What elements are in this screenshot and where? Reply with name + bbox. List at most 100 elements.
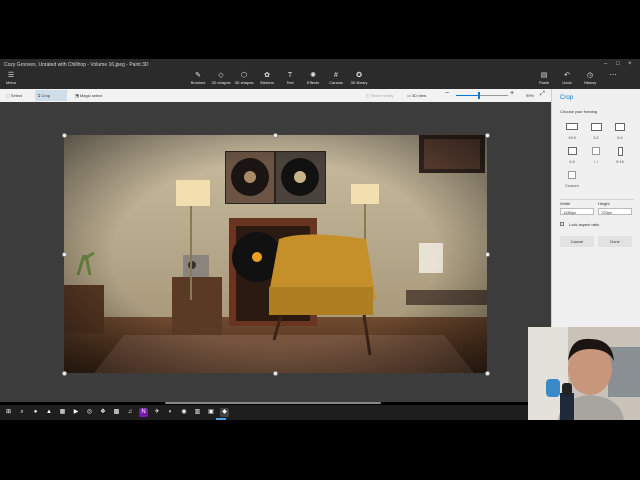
- chrome-icon[interactable]: ●: [31, 408, 40, 417]
- menu-icon: ☰: [7, 72, 15, 79]
- active-app-indicator: [216, 418, 226, 420]
- select-tool[interactable]: ⬚ Select: [3, 90, 25, 101]
- height-input[interactable]: 720px: [598, 208, 632, 215]
- minimize-button[interactable]: –: [604, 61, 607, 67]
- 2d-shapes-icon: ◇: [218, 72, 224, 79]
- brush-icon: ✎: [195, 72, 201, 79]
- more-icon: ⋯: [609, 72, 617, 79]
- frame-5-4-label: 5:4: [617, 135, 623, 140]
- frame-5-4-icon: [615, 123, 625, 131]
- ribbon-item-label: Undo: [562, 80, 572, 85]
- ribbon-more-button[interactable]: ⋯: [602, 72, 624, 88]
- ribbon-stickers-button[interactable]: ✿ Stickers: [256, 72, 278, 88]
- ribbon-undo-button[interactable]: ↶ Undo: [556, 72, 578, 88]
- ribbon-paste-button[interactable]: ▤ Paste: [533, 72, 555, 88]
- done-button[interactable]: Done: [598, 236, 632, 247]
- crop-handle-bottom[interactable]: [273, 371, 278, 376]
- frame-9-16[interactable]: 9:16: [610, 147, 630, 165]
- close-button[interactable]: ×: [628, 61, 632, 67]
- app-icon[interactable]: ▣: [206, 408, 216, 417]
- frame-5-4[interactable]: 5:4: [610, 123, 630, 141]
- 3d-view-label: 3D view: [411, 93, 427, 98]
- ribbon-3d-shapes-button[interactable]: ⬡ 3D shapes: [233, 72, 255, 88]
- magic-select-icon: ⬔: [75, 93, 79, 98]
- frame-1-1[interactable]: 1:1: [586, 147, 606, 165]
- frame-16-9[interactable]: 16:9: [562, 123, 582, 141]
- frame-3-2[interactable]: 3:2: [586, 123, 606, 141]
- file-explorer-icon[interactable]: ▦: [58, 408, 67, 417]
- 3d-view-toggle[interactable]: ▭ 3D view: [404, 90, 429, 101]
- magic-select-tool[interactable]: ⬔ Magic select: [72, 90, 105, 101]
- app-icon[interactable]: ✈: [152, 408, 162, 417]
- crop-handle-top[interactable]: [273, 133, 278, 138]
- cancel-button[interactable]: Cancel: [560, 236, 594, 247]
- app-icon[interactable]: ▩: [112, 408, 121, 417]
- room-illustration: [64, 135, 487, 373]
- ribbon: ☰ Menu ✎ Brushes ◇ 2D shapes ⬡ 3D shapes ✿ Stic…: [0, 71, 640, 89]
- frame-3-2-icon: [590, 123, 602, 131]
- magic-select-label: Magic select: [79, 93, 103, 98]
- crop-handle-top-right[interactable]: [485, 133, 490, 138]
- canvas-image[interactable]: [64, 135, 487, 373]
- ribbon-canvas-button[interactable]: # Canvas: [325, 72, 347, 88]
- ribbon-2d-shapes-button[interactable]: ◇ 2D shapes: [210, 72, 232, 88]
- fit-to-screen-icon[interactable]: ⤢: [540, 91, 545, 98]
- horizontal-scrollbar[interactable]: [165, 402, 381, 404]
- frame-4-3-icon: [567, 147, 577, 155]
- width-input[interactable]: 1280px: [560, 208, 594, 215]
- ribbon-item-label: Stickers: [259, 80, 275, 85]
- crop-handle-bottom-right[interactable]: [485, 371, 490, 376]
- frame-custom-icon: [568, 171, 576, 179]
- search-icon[interactable]: ⌕: [17, 408, 27, 417]
- frame-custom-label: Custom: [565, 183, 579, 188]
- app-icon[interactable]: ▥: [193, 408, 202, 417]
- ribbon-3d-library-button[interactable]: ✪ 3D library: [348, 72, 370, 88]
- app-icon[interactable]: ◎: [85, 408, 94, 417]
- ribbon-text-button[interactable]: T Text: [279, 72, 301, 88]
- app-icon[interactable]: ♫: [125, 408, 135, 417]
- ribbon-item-label: Text: [286, 80, 294, 85]
- youtube-icon[interactable]: ▶: [71, 408, 81, 417]
- mixed-reality-button[interactable]: ◰ Mixed reality: [363, 90, 396, 101]
- frame-16-9-label: 16:9: [568, 135, 576, 140]
- paint-3d-icon[interactable]: ◆: [220, 408, 229, 417]
- zoom-in-icon[interactable]: +: [510, 90, 514, 97]
- crop-handle-bottom-left[interactable]: [62, 371, 67, 376]
- frame-1-1-icon: [592, 147, 600, 155]
- zoom-slider[interactable]: [456, 92, 508, 99]
- crop-handle-right[interactable]: [485, 252, 490, 257]
- ribbon-effects-button[interactable]: ✺ Effects: [302, 72, 324, 88]
- ribbon-item-label: Effects: [306, 80, 320, 85]
- ribbon-item-label: 3D shapes: [234, 80, 254, 85]
- onenote-icon[interactable]: N: [139, 408, 148, 417]
- maximize-button[interactable]: □: [616, 61, 620, 67]
- crop-icon: ⌗: [38, 93, 41, 98]
- presenter-video: [528, 327, 640, 420]
- windows-start-icon[interactable]: ⊞: [4, 408, 13, 417]
- menu-button[interactable]: ☰ Menu: [0, 72, 22, 88]
- ribbon-item-label: Paste: [538, 80, 550, 85]
- crop-tool[interactable]: ⌗ Crop: [35, 90, 67, 101]
- frame-9-16-icon: [617, 147, 623, 156]
- undo-icon: ↶: [564, 72, 570, 79]
- frame-4-3[interactable]: 4:3: [562, 147, 582, 165]
- edge-icon[interactable]: ◐: [166, 408, 175, 417]
- select-label: Select: [10, 93, 23, 98]
- crop-handle-left[interactable]: [62, 252, 67, 257]
- app-icon[interactable]: ▲: [44, 408, 54, 417]
- zoom-slider-thumb[interactable]: [478, 92, 481, 99]
- app-icon[interactable]: ❖: [98, 408, 108, 417]
- select-icon: ⬚: [6, 93, 10, 98]
- height-label: Height: [598, 201, 610, 206]
- ribbon-brush-button[interactable]: ✎ Brushes: [187, 72, 209, 88]
- app-icon[interactable]: ◉: [179, 408, 189, 417]
- panel-title: Crop: [560, 95, 574, 101]
- lock-aspect-checkbox[interactable]: [560, 222, 564, 226]
- ribbon-history-button[interactable]: ◷ History: [579, 72, 601, 88]
- zoom-out-icon[interactable]: −: [445, 90, 449, 97]
- panel-divider: [560, 199, 634, 200]
- frame-custom[interactable]: Custom: [562, 171, 582, 189]
- webcam-overlay: [528, 327, 640, 420]
- crop-handle-top-left[interactable]: [62, 133, 67, 138]
- 3d-library-icon: ✪: [356, 72, 362, 79]
